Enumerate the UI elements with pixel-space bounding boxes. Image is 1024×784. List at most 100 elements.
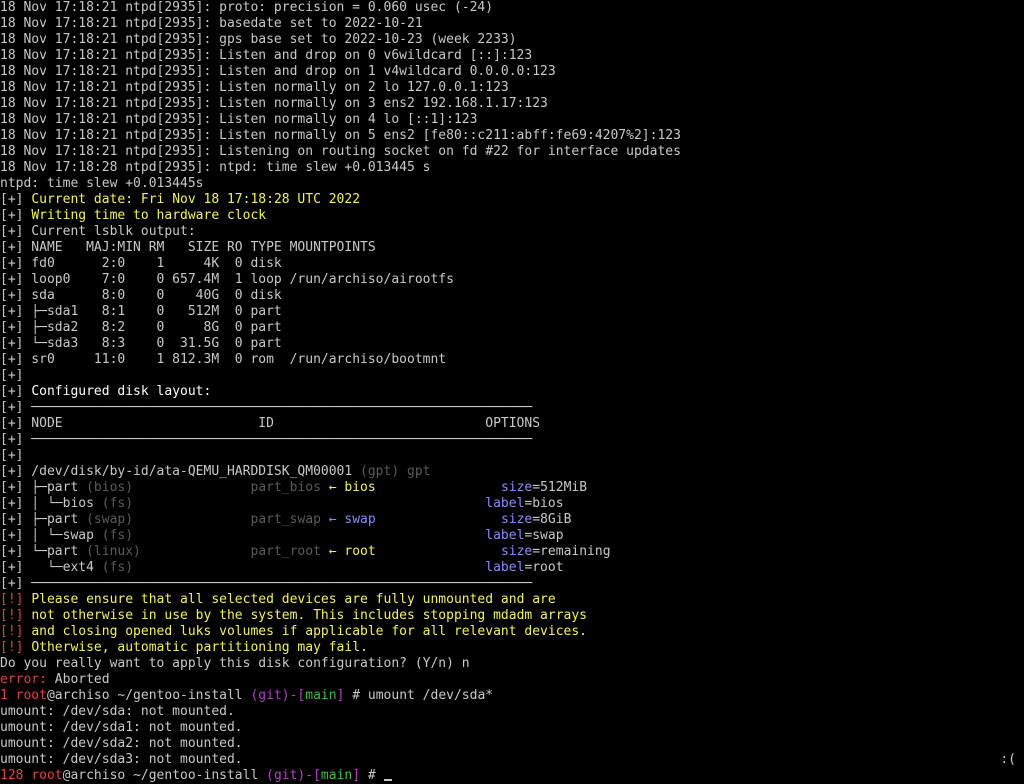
terminal-line: 18 Nov 17:18:21 ntpd[2935]: Listen and d… xyxy=(0,64,1024,80)
terminal-line: [+] Configured disk layout: xyxy=(0,384,1024,400)
terminal-line: [+] │ └─bios (fs) label=bios xyxy=(0,496,1024,512)
terminal-line: umount: /dev/sda2: not mounted. xyxy=(0,736,1024,752)
terminal-text: [+] loop0 7:0 0 657.4M 1 loop /run/archi… xyxy=(0,272,454,287)
terminal-text: 18 Nov 17:18:21 ntpd[2935]: Listen and d… xyxy=(0,64,556,79)
terminal-line: [+] ├─part (bios) part_bios ← bios size=… xyxy=(0,480,1024,496)
terminal-text: [+] │ └─bios xyxy=(0,496,102,511)
terminal-text: (linux) xyxy=(86,544,141,559)
text-cursor[interactable] xyxy=(383,779,392,781)
terminal-text: 1 xyxy=(0,688,8,703)
terminal-text: main xyxy=(305,688,337,703)
terminal-text: Do you really want to apply this disk co… xyxy=(0,656,470,671)
terminal-line: [+] xyxy=(0,368,1024,384)
terminal-line: [+] Writing time to hardware clock xyxy=(0,208,1024,224)
terminal-text: Aborted xyxy=(46,672,110,687)
terminal-line: umount: /dev/sda1: not mounted. xyxy=(0,720,1024,736)
terminal-text: not otherwise in use by the system. This… xyxy=(31,608,588,623)
terminal-line: [!] not otherwise in use by the system. … xyxy=(0,608,1024,624)
terminal-text: 18 Nov 17:18:21 ntpd[2935]: Listen norma… xyxy=(0,96,548,111)
terminal-line: [+] fd0 2:0 1 4K 0 disk xyxy=(0,256,1024,272)
terminal-line: 18 Nov 17:18:21 ntpd[2935]: proto: preci… xyxy=(0,0,1024,16)
terminal-text: =512MiB xyxy=(532,480,588,495)
terminal-text: (fs) xyxy=(101,496,134,511)
terminal-text: [+] ├─part xyxy=(0,480,87,495)
terminal-line: 1 root@archiso ~/gentoo-install (git)-[m… xyxy=(0,688,1024,704)
terminal-text: [!] xyxy=(0,592,32,607)
terminal-text: (git)-[ xyxy=(250,688,306,703)
terminal-line: 18 Nov 17:18:21 ntpd[2935]: Listen norma… xyxy=(0,80,1024,96)
terminal-text: [+] fd0 2:0 1 4K 0 disk xyxy=(0,256,282,271)
terminal-line: [+] │ └─swap (fs) label=swap xyxy=(0,528,1024,544)
terminal-text: [+] ────────────────────────────────────… xyxy=(0,432,533,447)
terminal-line: [+] Current date: Fri Nov 18 17:18:28 UT… xyxy=(0,192,1024,208)
terminal-text: [+] └─ext4 xyxy=(0,560,102,575)
terminal-line: [+] sr0 11:0 1 812.3M 0 rom /run/archiso… xyxy=(0,352,1024,368)
terminal-text: size xyxy=(500,544,533,559)
terminal-line: [+] ────────────────────────────────────… xyxy=(0,432,1024,448)
terminal-line: 18 Nov 17:18:21 ntpd[2935]: Listen and d… xyxy=(0,48,1024,64)
terminal-line: [+] ├─sda1 8:1 0 512M 0 part xyxy=(0,304,1024,320)
exit-status-indicator: :( xyxy=(1000,752,1016,767)
terminal-line: [+] └─sda3 8:3 0 31.5G 0 part xyxy=(0,336,1024,352)
terminal-text: umount: /dev/sda3: not mounted. xyxy=(0,752,243,767)
terminal-text: Current date: Fri Nov 18 17:18:28 UTC 20… xyxy=(31,192,361,207)
terminal-text: [+] sda 8:0 0 40G 0 disk xyxy=(0,288,282,303)
terminal-text: =8GiB xyxy=(532,512,572,527)
terminal-text: Otherwise, automatic partitioning may fa… xyxy=(31,640,368,655)
terminal-text: Writing time to hardware clock xyxy=(31,208,267,223)
terminal-text: 128 xyxy=(0,768,24,783)
terminal-text: [+] ├─sda2 8:2 0 8G 0 part xyxy=(0,320,282,335)
terminal-text: umount: /dev/sda2: not mounted. xyxy=(0,736,243,751)
terminal-line: [+] NODE ID OPTIONS xyxy=(0,416,1024,432)
terminal-line: ntpd: time slew +0.013445s xyxy=(0,176,1024,192)
terminal-line: [+] xyxy=(0,448,1024,464)
terminal-text: [+] └─sda3 8:3 0 31.5G 0 part xyxy=(0,336,282,351)
terminal-text: and closing opened luks volumes if appli… xyxy=(31,624,588,639)
terminal-text: size xyxy=(500,480,533,495)
terminal-text: size xyxy=(500,512,533,527)
terminal-line: [+] /dev/disk/by-id/ata-QEMU_HARDDISK_QM… xyxy=(0,464,1024,480)
terminal-text: [!] xyxy=(0,624,32,639)
terminal-text: [+] ────────────────────────────────────… xyxy=(0,576,533,591)
terminal-text: [+] Current lsblk output: xyxy=(0,224,196,239)
terminal-text: label xyxy=(485,496,525,511)
terminal-text: ← root xyxy=(328,544,376,559)
terminal-text: ntpd: time slew +0.013445s xyxy=(0,176,204,191)
terminal-line: [+] NAME MAJ:MIN RM SIZE RO TYPE MOUNTPO… xyxy=(0,240,1024,256)
terminal-line: 18 Nov 17:18:21 ntpd[2935]: basedate set… xyxy=(0,16,1024,32)
terminal-output[interactable]: 18 Nov 17:18:21 ntpd[2935]: proto: preci… xyxy=(0,0,1024,783)
terminal-text: [+] sr0 11:0 1 812.3M 0 rom /run/archiso… xyxy=(0,352,447,367)
terminal-text: [+] NAME MAJ:MIN RM SIZE RO TYPE MOUNTPO… xyxy=(0,240,376,255)
terminal-text: [+] xyxy=(0,368,24,383)
terminal-line: [+] sda 8:0 0 40G 0 disk xyxy=(0,288,1024,304)
terminal-text: [+] └─part xyxy=(0,544,87,559)
terminal-text: ← swap xyxy=(328,512,376,527)
terminal-text: (bios) xyxy=(86,480,134,495)
terminal-text: part_swap xyxy=(250,512,321,527)
terminal-text: 18 Nov 17:18:21 ntpd[2935]: basedate set… xyxy=(0,16,423,31)
terminal-text: # umount /dev/sda* xyxy=(344,688,494,703)
terminal-text: [+] ├─sda1 8:1 0 512M 0 part xyxy=(0,304,282,319)
terminal-text: =remaining xyxy=(532,544,611,559)
terminal-text: @archiso ~/gentoo-install xyxy=(46,688,251,703)
terminal-text: Configured disk layout: xyxy=(31,384,212,399)
terminal-text: error: xyxy=(0,672,47,687)
terminal-text: umount: /dev/sda: not mounted. xyxy=(0,704,235,719)
terminal-text: @archiso ~/gentoo-install xyxy=(62,768,267,783)
terminal-text: part_root xyxy=(250,544,321,559)
terminal-text: [!] xyxy=(0,608,32,623)
terminal-text: [+] xyxy=(0,448,24,463)
terminal-line: [+] ────────────────────────────────────… xyxy=(0,400,1024,416)
terminal-text: [+] xyxy=(0,384,32,399)
terminal-text: # xyxy=(360,768,384,783)
terminal-text: [+] xyxy=(0,208,32,223)
terminal-line: 18 Nov 17:18:21 ntpd[2935]: Listen norma… xyxy=(0,96,1024,112)
